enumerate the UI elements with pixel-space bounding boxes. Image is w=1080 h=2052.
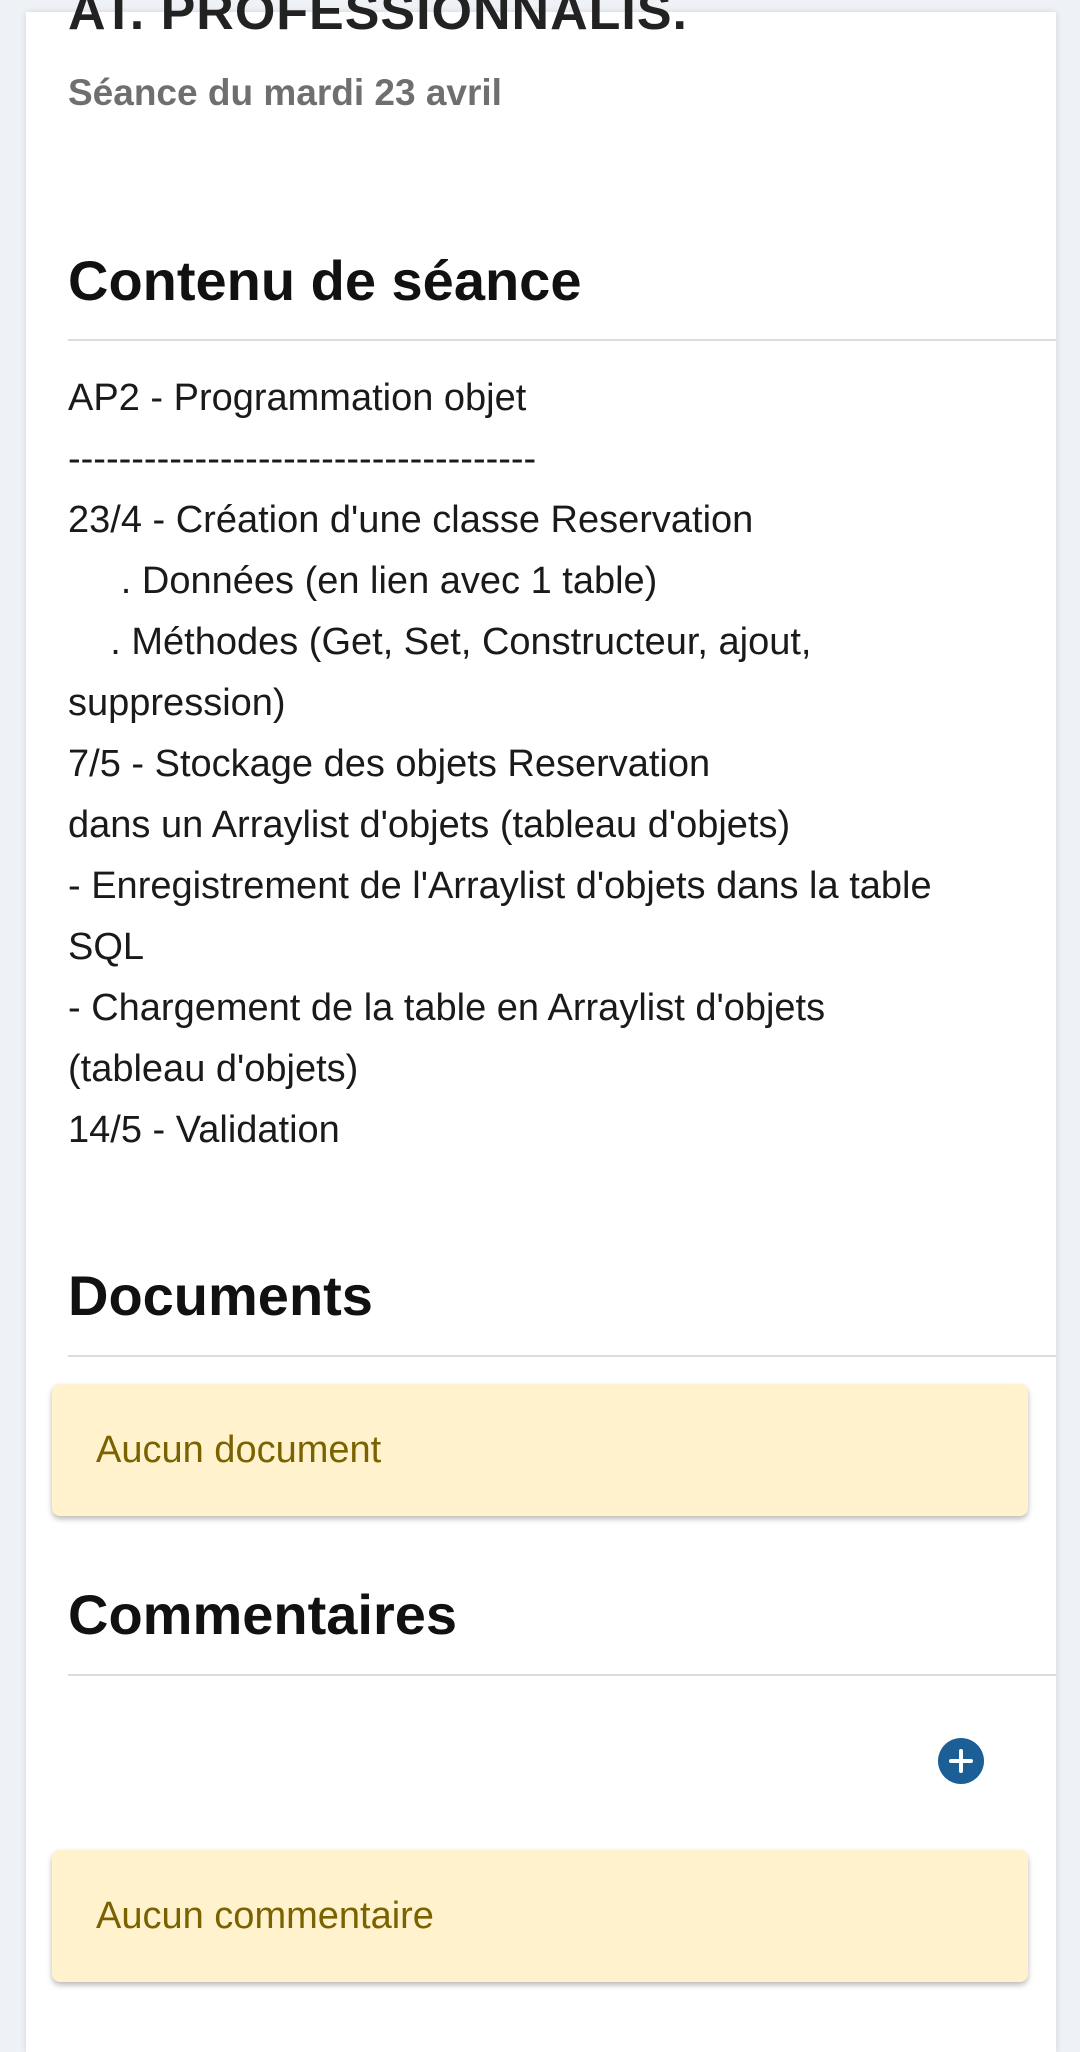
content-line: ------------------------------------- (68, 438, 537, 480)
comments-section-title: Commentaires (68, 1583, 458, 1646)
content-line: AP2 - Programmation objet (68, 377, 527, 419)
no-documents-message: Aucun document (96, 1429, 382, 1471)
content-line: (tableau d'objets) (68, 1048, 359, 1090)
content-line: 7/5 - Stockage des objets Reservation (68, 743, 711, 785)
content-line: . Données (en lien avec 1 table) (68, 560, 658, 602)
course-title: AT. PROFESSIONNALIS. (68, 0, 688, 41)
content-section-title: Contenu de séance (68, 249, 582, 312)
add-comment-button[interactable] (938, 1738, 984, 1784)
content-line: dans un Arraylist d'objets (tableau d'ob… (68, 804, 791, 846)
documents-section-title: Documents (68, 1264, 373, 1327)
content-line: suppression) (68, 682, 286, 724)
documents-divider (68, 1355, 1056, 1357)
no-documents-alert: Aucun document (52, 1384, 1028, 1516)
no-comments-message: Aucun commentaire (96, 1895, 434, 1937)
content-line: . Méthodes (Get, Set, Constructeur, ajou… (68, 621, 812, 663)
content-line: - Enregistrement de l'Arraylist d'objets… (68, 865, 932, 907)
comments-divider (68, 1674, 1056, 1676)
content-line: - Chargement de la table en Arraylist d'… (68, 987, 826, 1029)
content-line: 14/5 - Validation (68, 1109, 340, 1151)
session-date: Séance du mardi 23 avril (68, 72, 502, 113)
content-divider (68, 339, 1056, 341)
no-comments-alert: Aucun commentaire (52, 1850, 1028, 1982)
content-line: SQL (68, 926, 145, 968)
session-content: AP2 - Programmation objet --------------… (68, 368, 1008, 1161)
content-line: 23/4 - Création d'une classe Reservation (68, 499, 754, 541)
